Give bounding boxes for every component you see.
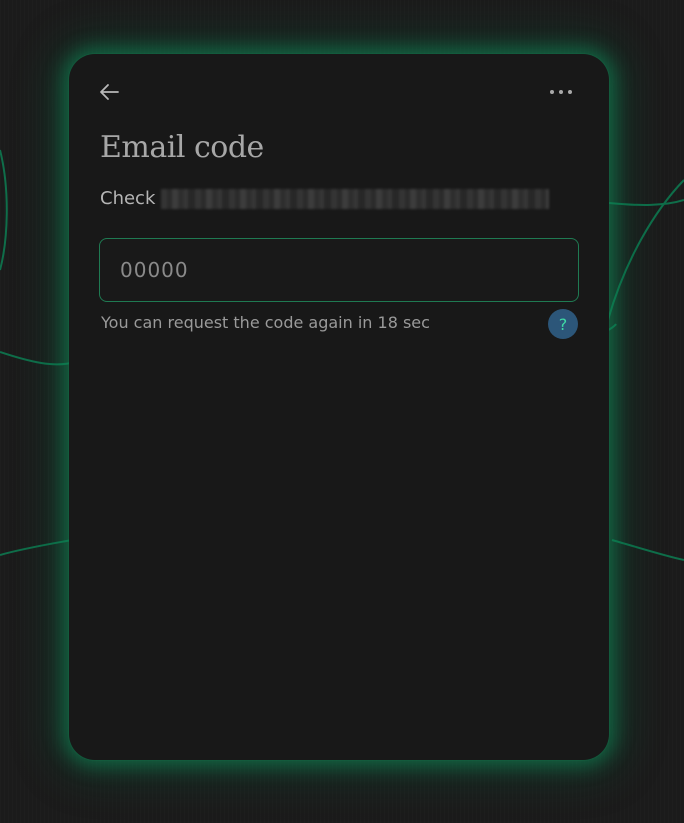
more-options-button[interactable]: [543, 82, 579, 102]
more-dot: [559, 90, 563, 94]
redacted-email: [161, 188, 550, 209]
page-background: Email code Check You can request the cod…: [0, 0, 684, 823]
arrow-left-icon: [100, 84, 119, 100]
question-icon: ?: [558, 314, 568, 334]
resend-countdown-text: You can request the code again in 18 sec: [101, 313, 430, 332]
more-horizontal-icon: [550, 90, 554, 94]
check-label: Check: [100, 188, 156, 209]
email-code-input[interactable]: [99, 238, 579, 302]
email-code-card: Email code Check You can request the cod…: [69, 54, 609, 760]
more-dot: [568, 90, 572, 94]
check-email-row: Check: [100, 188, 550, 209]
help-button[interactable]: ?: [548, 309, 578, 339]
page-title: Email code: [100, 130, 264, 165]
back-button[interactable]: [95, 78, 123, 106]
